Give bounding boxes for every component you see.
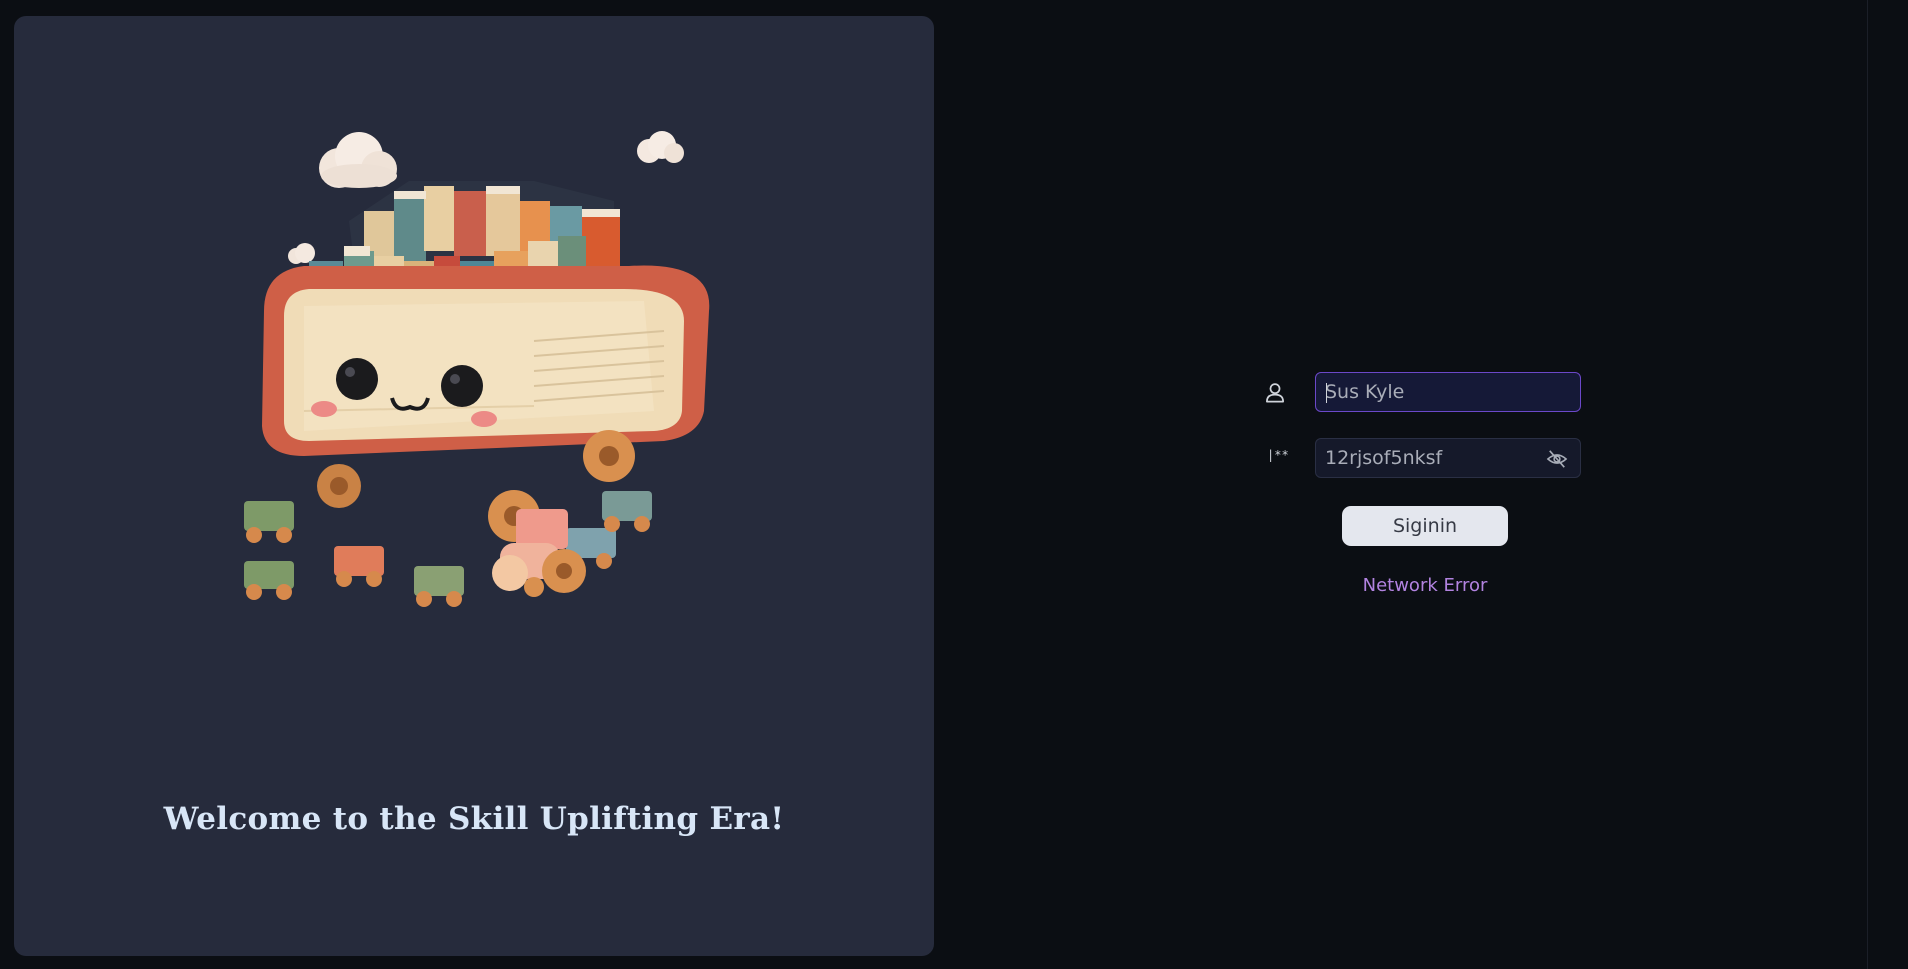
left-eye (336, 358, 378, 400)
login-form: |** Siginin Network Error (1262, 372, 1592, 602)
password-field[interactable] (1315, 438, 1581, 478)
welcome-heading: Welcome to the Skill Uplifting Era! (163, 801, 785, 837)
toy-trucks (244, 491, 652, 607)
error-message: Network Error (1362, 575, 1488, 596)
username-row (1262, 372, 1592, 414)
text-caret (1326, 383, 1327, 403)
cart-body (262, 265, 710, 456)
right-eye (441, 365, 483, 407)
cloud-icon (288, 243, 315, 264)
username-input[interactable] (1325, 373, 1535, 411)
password-icon: |** (1267, 448, 1289, 462)
password-input[interactable] (1325, 439, 1535, 477)
cloud-icon (637, 131, 684, 163)
eye-off-icon[interactable] (1546, 449, 1568, 469)
user-icon (1266, 383, 1284, 403)
username-field[interactable] (1315, 372, 1581, 412)
welcome-panel: Welcome to the Skill Uplifting Era! (14, 16, 934, 956)
book-cart-illustration (244, 131, 710, 607)
password-row: |** (1262, 438, 1592, 480)
login-page: Welcome to the Skill Uplifting Era! |** (0, 0, 1908, 969)
window-edge (1867, 0, 1908, 969)
signin-button[interactable]: Siginin (1342, 506, 1508, 546)
cloud-icon (319, 132, 397, 188)
